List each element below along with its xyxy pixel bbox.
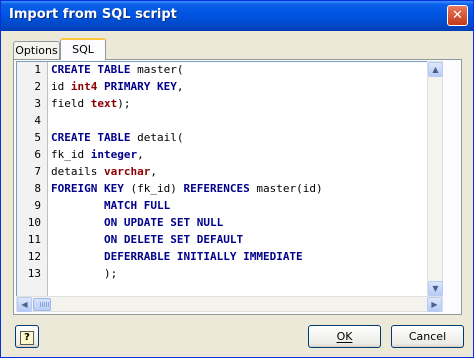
code-line: details varchar, (51, 165, 157, 178)
close-button[interactable]: ✕ (447, 5, 468, 26)
code-line: id int4 PRIMARY KEY, (51, 80, 184, 93)
line-number-gutter: 1 2 3 4 5 6 7 8 9 10 11 12 13 (17, 62, 48, 296)
code-line: MATCH FULL (103, 199, 171, 212)
scroll-left-button[interactable]: ◀ (17, 297, 32, 312)
line-number: 7 (34, 165, 41, 178)
grip-icon (40, 302, 50, 307)
horizontal-scroll-thumb[interactable] (33, 298, 51, 311)
scroll-up-button[interactable]: ▲ (428, 62, 443, 77)
vertical-scrollbar[interactable]: ▲ ▼ (427, 61, 443, 297)
ok-button[interactable]: OK (308, 325, 381, 348)
code-line: field text); (51, 97, 131, 110)
window-title: Import from SQL script (9, 7, 177, 22)
line-number: 8 (34, 182, 41, 195)
code-line: ON UPDATE SET NULL (103, 216, 224, 229)
code-line: ); (51, 267, 118, 280)
scroll-right-button[interactable]: ▶ (427, 297, 442, 312)
code-line: fk_id integer, (51, 148, 144, 161)
line-number: 13 (27, 267, 41, 280)
horizontal-scrollbar[interactable]: ◀ ▶ (16, 296, 443, 312)
line-number: 12 (27, 250, 41, 263)
import-sql-dialog: Import from SQL script ✕ Options SQL 123… (0, 0, 474, 358)
code-line: DEFERRABLE INITIALLY IMMEDIATE (103, 250, 303, 263)
code-line: CREATE TABLE master( (51, 63, 184, 76)
help-button[interactable]: ? (15, 325, 39, 348)
line-number: 5 (34, 131, 41, 144)
line-number: 1 (34, 63, 41, 76)
tab-sql[interactable]: SQL (60, 38, 106, 60)
line-number: 9 (34, 199, 41, 212)
help-icon: ? (20, 331, 34, 345)
arrow-left-icon: ◀ (21, 300, 28, 309)
line-number: 2 (34, 80, 41, 93)
line-number: 4 (34, 114, 41, 127)
code-line: ON DELETE SET DEFAULT (103, 233, 244, 246)
arrow-up-icon: ▲ (432, 65, 439, 74)
close-icon: ✕ (452, 8, 463, 23)
line-number: 10 (27, 216, 41, 229)
cancel-button[interactable]: Cancel (391, 325, 464, 348)
scroll-down-button[interactable]: ▼ (428, 281, 443, 296)
title-bar[interactable]: Import from SQL script ✕ (1, 1, 473, 31)
arrow-right-icon: ▶ (431, 300, 438, 309)
ok-button-label: OK (336, 330, 353, 343)
sql-editor[interactable]: 1 2 3 4 5 6 7 8 9 10 11 12 13 CREATE TABLE master(id… (16, 61, 442, 297)
code-line: CREATE TABLE detail( (51, 131, 184, 144)
cancel-button-label: Cancel (408, 330, 447, 343)
arrow-down-icon: ▼ (432, 284, 439, 293)
line-number: 3 (34, 97, 41, 110)
line-number: 11 (27, 233, 41, 246)
code-line: FOREIGN KEY (fk_id) REFERENCES master(id… (51, 182, 323, 195)
line-number: 6 (34, 148, 41, 161)
tab-options[interactable]: Options (13, 41, 60, 59)
